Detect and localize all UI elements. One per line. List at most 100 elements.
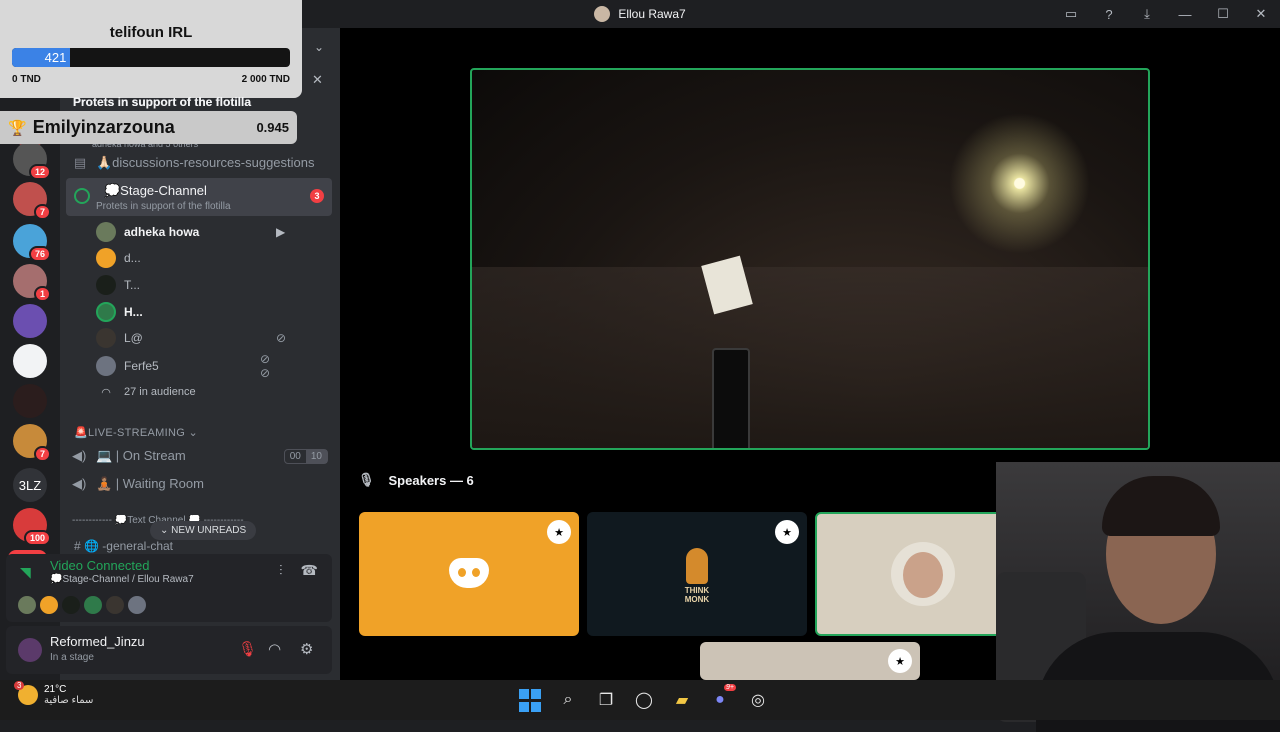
leaderboard-score: 0.945 [256,120,289,135]
mention-badge: 12 [28,164,51,180]
speaker-tile[interactable]: ★ [359,512,579,636]
minimize-button[interactable]: — [1166,0,1204,28]
voice-user[interactable]: H... [96,300,143,324]
stage-mention-badge: 3 [310,189,324,203]
close-icon[interactable]: ✕ [312,72,323,88]
avatar [96,222,116,242]
moderator-icon: ★ [547,520,571,544]
mention-badge: 7 [33,204,51,220]
weather-description: سماء صافية [44,695,94,706]
event-banner-title[interactable]: Protets in support of the flotilla [73,95,251,109]
file-explorer-icon[interactable]: ▰ [670,688,694,712]
soundboard-icon[interactable]: ⫶ [279,562,283,579]
channel-general-chat[interactable]: # 🌐 -general-chat [74,539,173,553]
voice-user[interactable]: adheka howa ▶ [96,220,285,244]
weather-widget[interactable]: 3 21°C سماء صافية [14,681,94,706]
discord-taskbar-icon[interactable]: ● 9+ [708,684,736,712]
temperature: 21°C [44,684,67,695]
voice-user[interactable]: d... [96,246,141,270]
avatar [96,328,116,348]
server-icon[interactable]: 100 [13,508,51,546]
server-icon[interactable]: 7 [13,424,51,462]
overwolf-icon[interactable]: ◯ [632,688,656,712]
weather-icon: 3 [14,681,38,705]
mention-badge: 1 [33,286,51,302]
close-button[interactable]: ✕ [1242,0,1280,28]
speaker-icon: ◀) [72,476,87,491]
stage-channel-topic: Protets in support of the flotilla [96,201,231,212]
search-icon[interactable]: ⌕ [556,688,580,712]
category-live-streaming[interactable]: 🚨LIVE-STREAMING ⌄ [74,426,198,439]
maximize-button[interactable]: ☐ [1204,0,1242,28]
avatar [96,302,116,322]
server-icon[interactable] [13,304,47,338]
video-stream[interactable] [470,68,1150,450]
user-status: In a stage [50,652,94,663]
monk-figure [686,548,708,584]
avatar[interactable] [18,638,42,662]
stage-channel-name: 💭Stage-Channel [104,183,207,198]
server-icon-3lz[interactable]: 3LZ [13,468,47,502]
disconnect-icon[interactable]: ☎ [301,562,318,579]
speakers-header: 🎙 Speakers — 6 [358,472,474,488]
channel-discussions[interactable]: ▤ 🙏🏻discussions-resources-suggestions [72,150,328,176]
avatar[interactable] [62,596,80,614]
hash-icon: # [74,539,85,553]
avatar [96,275,116,295]
donation-min: 0 TND [12,74,41,85]
username[interactable]: Reformed_Jinzu [50,634,145,649]
download-icon[interactable]: ⤓ [1128,0,1166,28]
user-panel: Reformed_Jinzu In a stage 🎙 ◠ ⚙ [6,626,332,674]
avatar[interactable] [84,596,102,614]
avatar [891,542,955,606]
start-icon[interactable] [518,688,542,712]
avatar[interactable] [18,596,36,614]
voice-status[interactable]: Video Connected [50,558,150,573]
server-icon[interactable]: 76 [13,224,51,262]
signal-icon: ◥ [20,564,31,580]
server-icon[interactable] [13,384,47,418]
headphones-icon[interactable]: ◠ [268,640,281,658]
forum-icon: ▤ [73,155,87,170]
server-icon[interactable]: 12 [13,142,51,180]
person-hair [1102,476,1220,536]
voice-user[interactable]: Ferfe5 ⊘ ⊘ [96,352,270,380]
server-menu-chevron-icon[interactable]: ⌄ [314,40,324,54]
mention-badge: 76 [28,246,51,262]
donation-title: telifoun IRL [109,24,193,41]
muted-deafened-icon: ⊘ ⊘ [260,352,271,380]
inbox-icon[interactable]: ▭ [1052,0,1090,28]
avatar[interactable] [40,596,58,614]
voice-user[interactable]: T... [96,273,140,297]
speaker-tile[interactable]: ★ [700,642,920,680]
microphone-icon: 🎙 [358,472,375,487]
voice-channel-waiting-room[interactable]: ◀) 🧘🏽 | Waiting Room [72,471,328,497]
server-icon[interactable] [13,344,47,378]
window-title: Ellou Rawa7 [618,7,686,21]
leaderboard-widget: 🏆 Emilyinzarzouna 0.945 [0,111,297,144]
avatar[interactable] [106,596,124,614]
mute-mic-icon[interactable]: 🎙 [238,640,257,658]
mention-badge: 7 [33,446,51,462]
voice-location[interactable]: 💭Stage-Channel / Ellou Rawa7 [50,574,194,585]
help-icon[interactable]: ? [1090,0,1128,28]
stage-channel-item[interactable]: 💭Stage-Channel Protets in support of the… [66,178,332,216]
voice-connection-panel: ◥ Video Connected 💭Stage-Channel / Ellou… [6,554,332,622]
donation-goal-widget: telifoun IRL 421 0 TND 2 000 TND [0,0,302,98]
speaker-tile[interactable]: THINK MONK ★ [587,512,807,636]
moderator-icon: ★ [775,520,799,544]
server-icon[interactable]: 1 [13,264,51,302]
avatar[interactable] [128,596,146,614]
mention-badge: 100 [23,530,51,546]
donation-max: 2 000 TND [241,74,290,85]
gear-icon[interactable]: ⚙ [300,640,313,658]
audience-count[interactable]: ◠ 27 in audience [96,380,195,404]
new-unreads-pill[interactable]: ⌄ NEW UNREADS [150,521,257,540]
voice-channel-on-stream[interactable]: ◀) 💻 | On Stream 00 10 [72,443,328,469]
task-view-icon[interactable]: ❐ [594,688,618,712]
voice-user[interactable]: L@ ⊘ [96,326,286,350]
chrome-icon[interactable]: ◎ [746,688,770,712]
server-icon[interactable]: 7 [13,182,51,220]
moderator-icon: ★ [888,649,912,673]
user-limit-counter: 00 10 [283,448,328,464]
